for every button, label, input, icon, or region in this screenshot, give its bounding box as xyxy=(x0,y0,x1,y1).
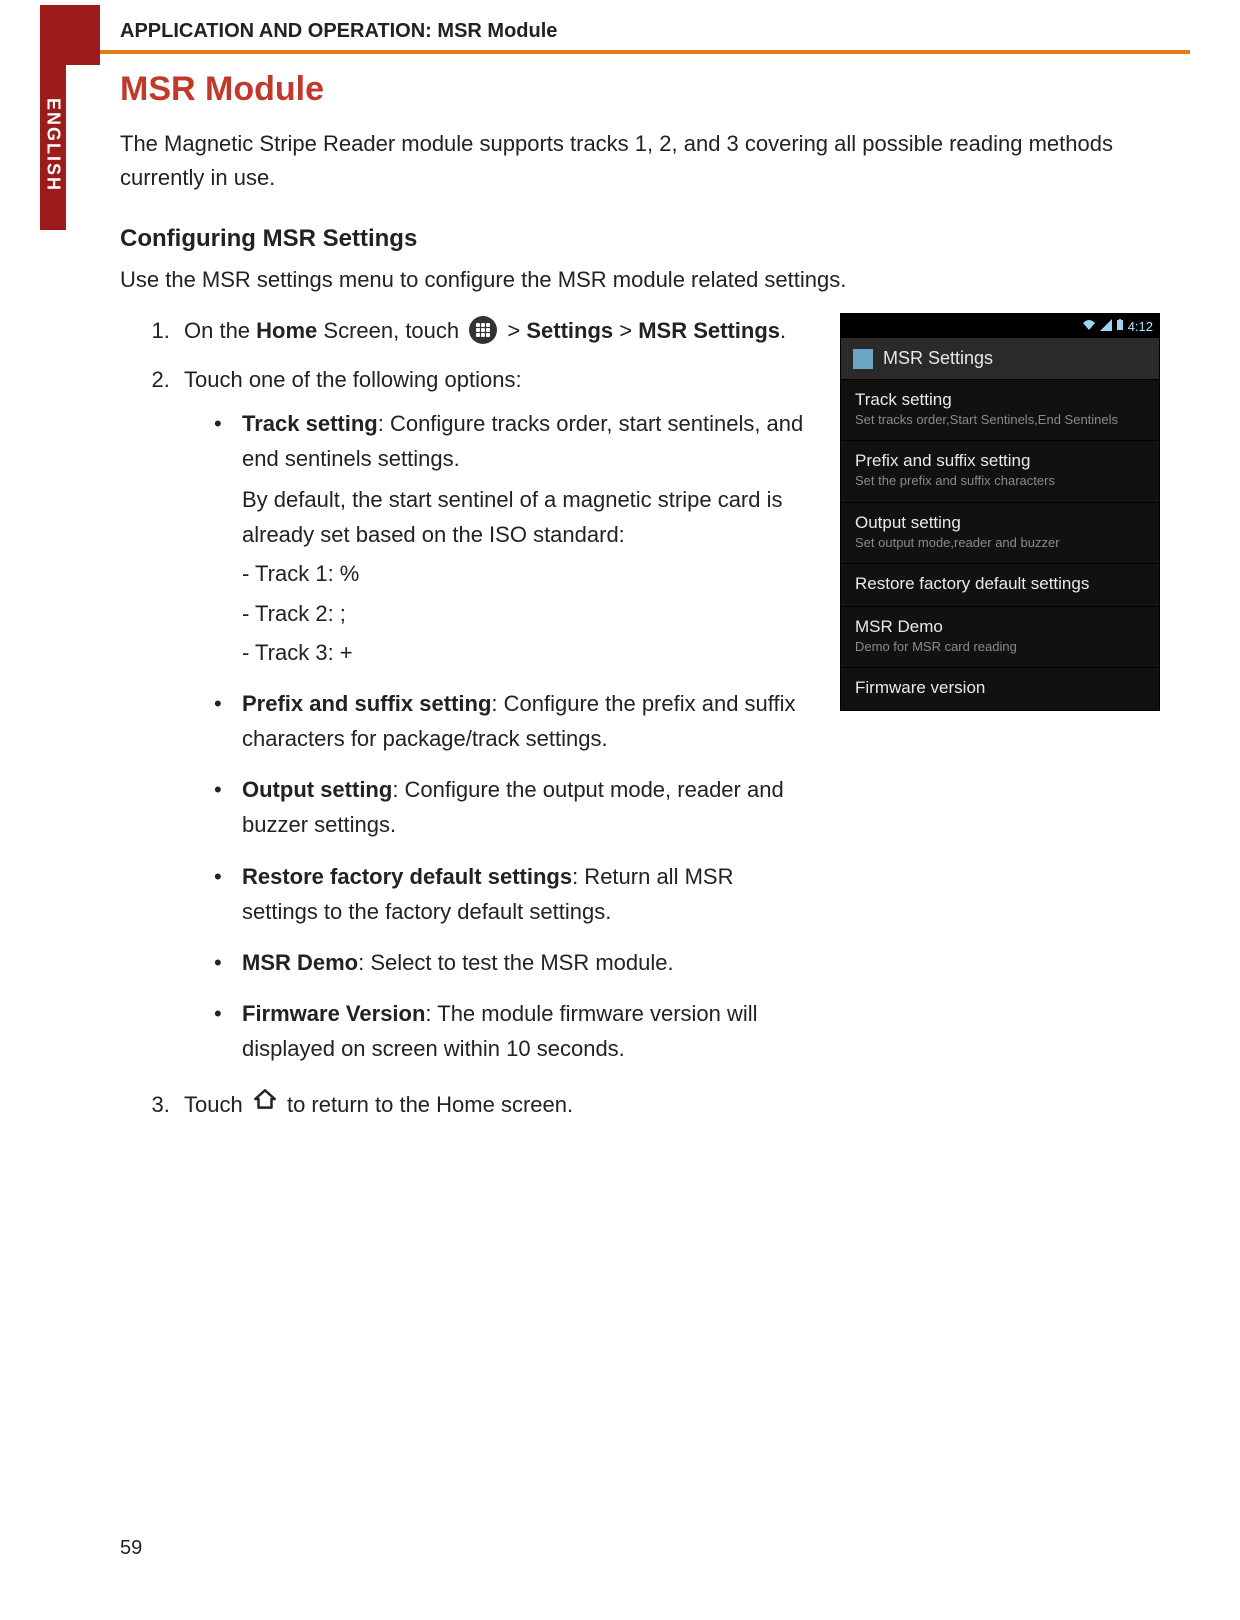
option-prefix: Prefix and suffix setting: Configure the… xyxy=(214,686,812,756)
option-firmware: Firmware Version: The module firmware ve… xyxy=(214,996,812,1066)
track-default-3: - Track 3: + xyxy=(242,635,812,670)
step-2: Touch one of the following options: Trac… xyxy=(176,362,812,1066)
option-restore: Restore factory default settings: Return… xyxy=(214,859,812,929)
wifi-icon xyxy=(1082,319,1096,334)
app-icon xyxy=(853,349,873,369)
status-time: 4:12 xyxy=(1128,319,1153,334)
step-1-text-b: Screen, touch xyxy=(317,318,465,343)
step-1-end: . xyxy=(780,318,786,343)
step-1-settings: Settings xyxy=(526,318,613,343)
option-prefix-label: Prefix and suffix setting xyxy=(242,691,491,716)
phone-item-demo[interactable]: MSR Demo Demo for MSR card reading xyxy=(841,607,1159,668)
section-intro: Use the MSR settings menu to configure t… xyxy=(120,267,1160,293)
option-track: Track setting: Configure tracks order, s… xyxy=(214,406,812,670)
section-heading: Configuring MSR Settings xyxy=(120,225,1160,253)
phone-item-sub: Set output mode,reader and buzzer xyxy=(855,535,1145,551)
phone-item-title: Restore factory default settings xyxy=(855,574,1145,594)
intro-paragraph: The Magnetic Stripe Reader module suppor… xyxy=(120,127,1160,195)
phone-app-bar: MSR Settings xyxy=(841,338,1159,380)
step-3-text-b: to return to the Home screen. xyxy=(287,1092,573,1117)
phone-item-title: Prefix and suffix setting xyxy=(855,451,1145,471)
step-1-arrow2: > xyxy=(613,318,638,343)
phone-item-sub: Set tracks order,Start Sentinels,End Sen… xyxy=(855,412,1145,428)
page-number: 59 xyxy=(120,1537,142,1560)
header-divider xyxy=(100,50,1190,54)
step-1: On the Home Screen, touch > Settings > M… xyxy=(176,313,812,348)
option-demo-label: MSR Demo xyxy=(242,950,358,975)
phone-item-track[interactable]: Track setting Set tracks order,Start Sen… xyxy=(841,380,1159,441)
phone-screenshot: 4:12 MSR Settings Track setting Set trac… xyxy=(840,313,1160,711)
battery-icon xyxy=(1116,319,1124,334)
option-demo-desc: : Select to test the MSR module. xyxy=(358,950,673,975)
track-default-2: - Track 2: ; xyxy=(242,596,812,631)
phone-item-restore[interactable]: Restore factory default settings xyxy=(841,564,1159,607)
step-1-home: Home xyxy=(256,318,317,343)
step-1-arrow1: > xyxy=(507,318,526,343)
phone-item-title: MSR Demo xyxy=(855,617,1145,637)
phone-app-title: MSR Settings xyxy=(883,348,993,369)
language-side-tab: ENGLISH xyxy=(40,60,66,230)
track-default-1: - Track 1: % xyxy=(242,556,812,591)
step-1-msr: MSR Settings xyxy=(638,318,780,343)
step-3-text-a: Touch xyxy=(184,1092,249,1117)
step-2-text: Touch one of the following options: xyxy=(184,367,522,392)
option-demo: MSR Demo: Select to test the MSR module. xyxy=(214,945,812,980)
option-output: Output setting: Configure the output mod… xyxy=(214,772,812,842)
page-title: MSR Module xyxy=(120,70,1160,109)
phone-item-sub: Set the prefix and suffix characters xyxy=(855,473,1145,489)
option-firmware-label: Firmware Version xyxy=(242,1001,425,1026)
option-output-label: Output setting xyxy=(242,777,392,802)
home-icon xyxy=(252,1086,278,1121)
step-3: Touch to return to the Home screen. xyxy=(176,1087,812,1124)
phone-item-prefix[interactable]: Prefix and suffix setting Set the prefix… xyxy=(841,441,1159,502)
step-1-text-a: On the xyxy=(184,318,256,343)
header-breadcrumb: APPLICATION AND OPERATION: MSR Module xyxy=(120,20,557,43)
phone-item-title: Track setting xyxy=(855,390,1145,410)
phone-item-title: Output setting xyxy=(855,513,1145,533)
phone-item-title: Firmware version xyxy=(855,678,1145,698)
signal-icon xyxy=(1100,319,1112,334)
phone-item-sub: Demo for MSR card reading xyxy=(855,639,1145,655)
phone-status-bar: 4:12 xyxy=(841,314,1159,338)
option-track-note: By default, the start sentinel of a magn… xyxy=(242,482,812,552)
option-restore-label: Restore factory default settings xyxy=(242,864,572,889)
apps-icon xyxy=(469,316,497,344)
phone-item-output[interactable]: Output setting Set output mode,reader an… xyxy=(841,503,1159,564)
header-accent-square xyxy=(40,5,100,65)
phone-item-firmware[interactable]: Firmware version xyxy=(841,668,1159,710)
option-track-label: Track setting xyxy=(242,411,378,436)
